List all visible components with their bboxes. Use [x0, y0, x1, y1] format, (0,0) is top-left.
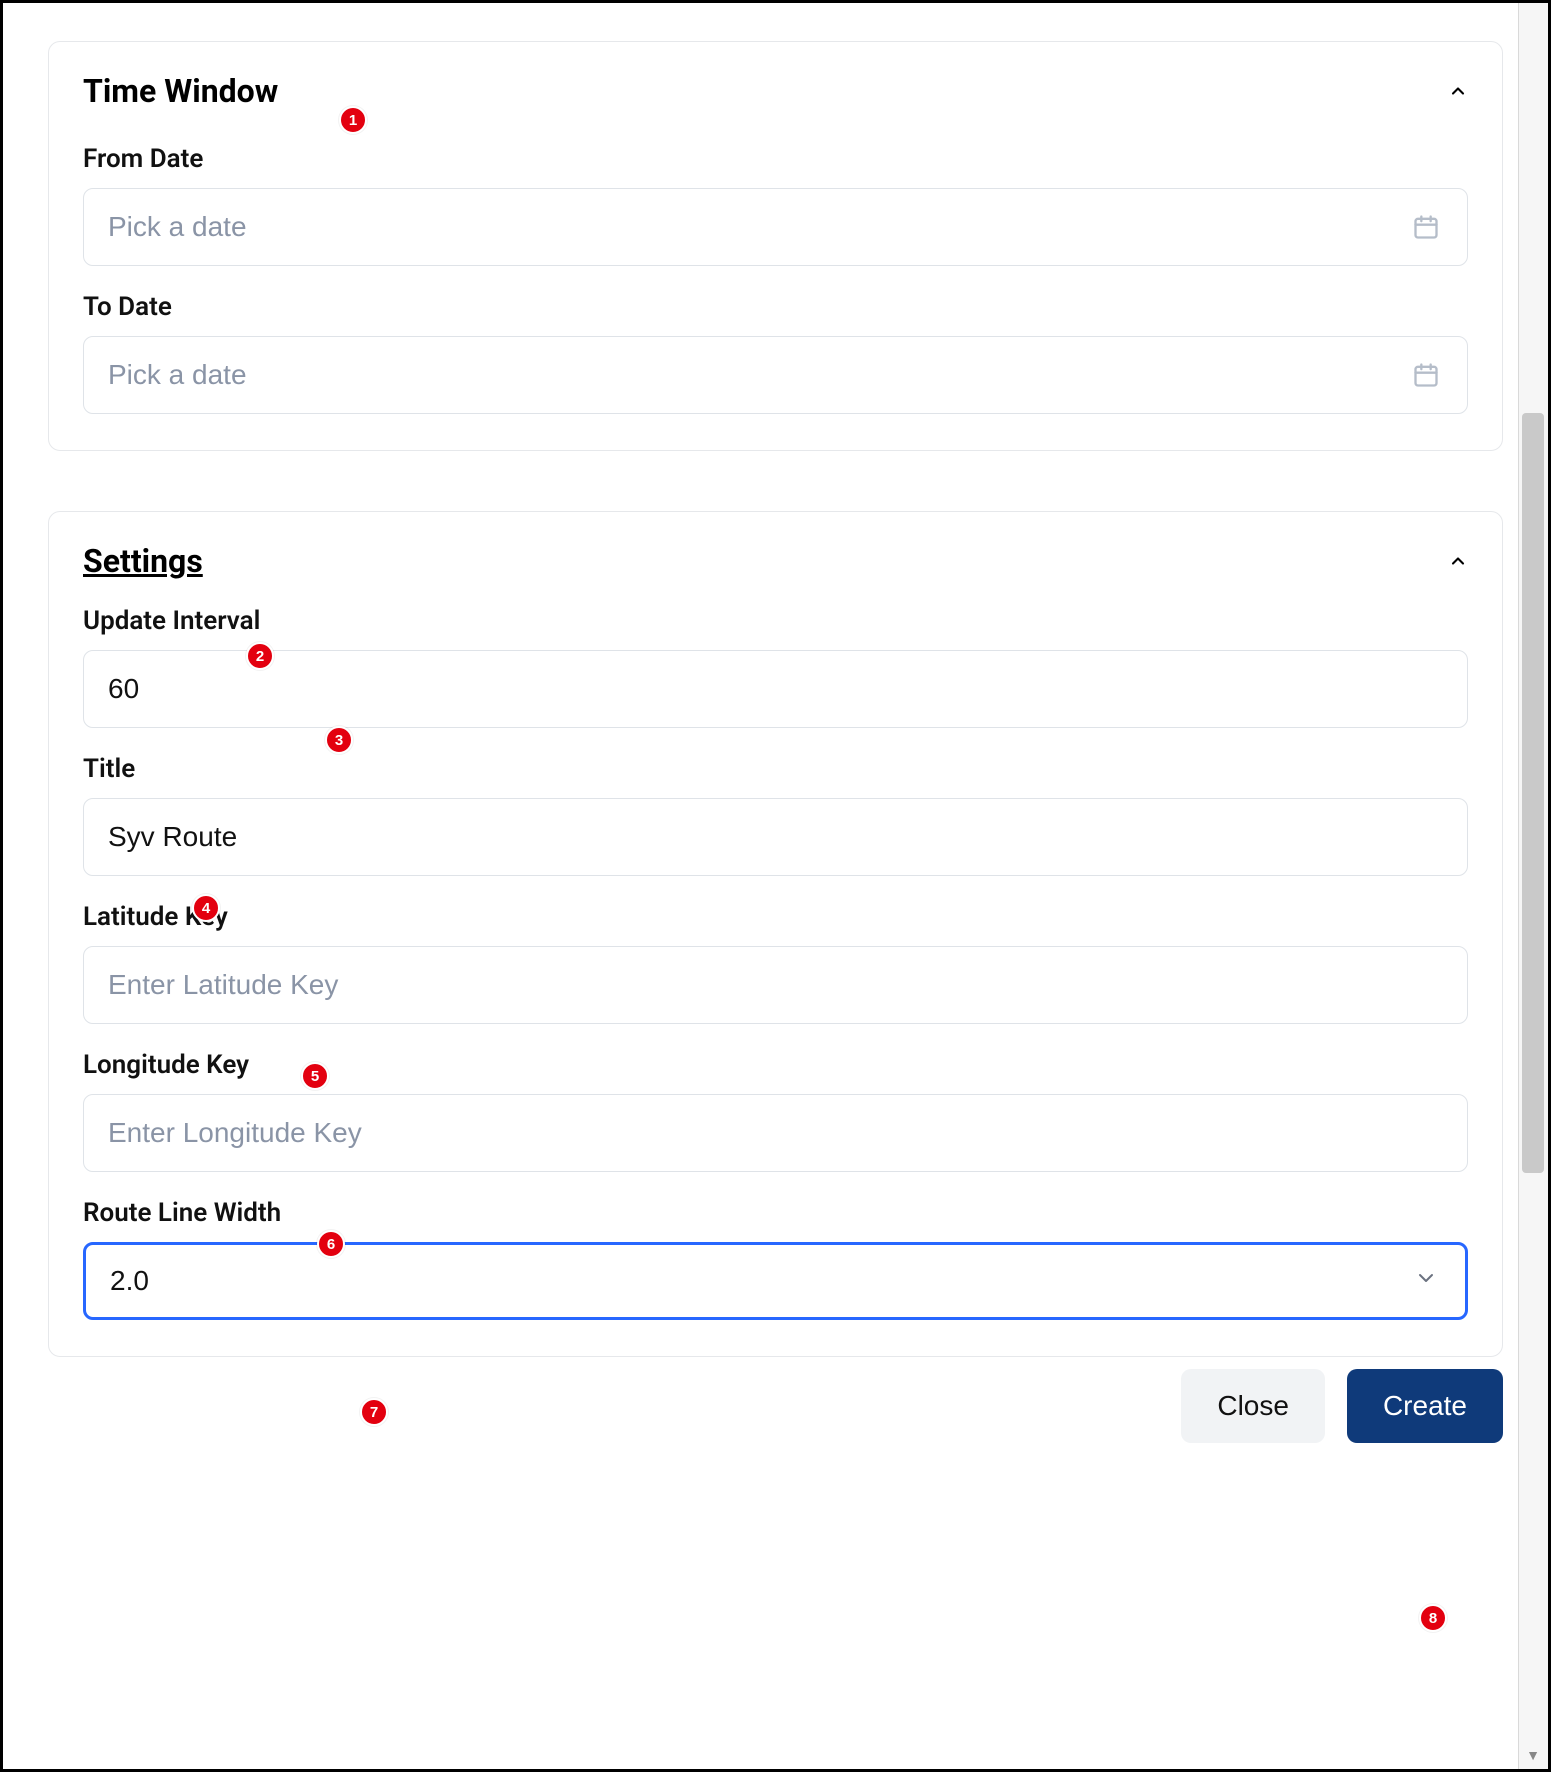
collapse-icon[interactable]	[1448, 551, 1468, 571]
tour-badge-5: 5	[301, 1062, 329, 1090]
calendar-icon[interactable]	[1412, 361, 1440, 389]
to-date-input[interactable]	[83, 336, 1468, 414]
update-interval-field: Update Interval	[83, 606, 1468, 728]
time-window-title: Time Window	[83, 72, 278, 110]
settings-card: Settings Update Interval Title Latitude …	[48, 511, 1503, 1357]
longitude-key-label: Longitude Key	[83, 1050, 1468, 1080]
collapse-icon[interactable]	[1448, 81, 1468, 101]
tour-badge-2: 2	[246, 642, 274, 670]
settings-title: Settings	[83, 542, 203, 580]
update-interval-input[interactable]	[83, 650, 1468, 728]
longitude-key-input[interactable]	[83, 1094, 1468, 1172]
scrollbar-thumb[interactable]	[1522, 413, 1544, 1173]
close-button[interactable]: Close	[1181, 1369, 1325, 1443]
tour-badge-1: 1	[339, 106, 367, 134]
from-date-field: From Date	[83, 144, 1468, 266]
time-window-card: Time Window From Date To Date	[48, 41, 1503, 451]
from-date-input[interactable]	[83, 188, 1468, 266]
to-date-label: To Date	[83, 292, 1468, 322]
tour-badge-7: 7	[360, 1398, 388, 1426]
settings-header[interactable]: Settings	[83, 542, 1468, 580]
title-label: Title	[83, 754, 1468, 784]
tour-badge-8: 8	[1419, 1604, 1447, 1632]
tour-badge-6: 6	[317, 1230, 345, 1258]
calendar-icon[interactable]	[1412, 213, 1440, 241]
to-date-field: To Date	[83, 292, 1468, 414]
title-input[interactable]	[83, 798, 1468, 876]
tour-badge-3: 3	[325, 726, 353, 754]
from-date-label: From Date	[83, 144, 1468, 174]
tour-badge-4: 4	[192, 894, 220, 922]
route-line-width-label: Route Line Width	[83, 1198, 1468, 1228]
dialog-viewport: Time Window From Date To Date	[0, 0, 1551, 1772]
title-field: Title	[83, 754, 1468, 876]
route-line-width-select[interactable]	[83, 1242, 1468, 1320]
route-line-width-field: Route Line Width	[83, 1198, 1468, 1320]
latitude-key-field: Latitude Key	[83, 902, 1468, 1024]
time-window-header[interactable]: Time Window	[83, 72, 1468, 110]
latitude-key-input[interactable]	[83, 946, 1468, 1024]
longitude-key-field: Longitude Key	[83, 1050, 1468, 1172]
dialog-footer: Close Create	[48, 1369, 1503, 1443]
update-interval-label: Update Interval	[83, 606, 1468, 636]
create-button[interactable]: Create	[1347, 1369, 1503, 1443]
latitude-key-label: Latitude Key	[83, 902, 1468, 932]
scrollbar-down-icon[interactable]: ▼	[1524, 1747, 1542, 1765]
scrollbar-track[interactable]: ▼	[1518, 3, 1548, 1769]
